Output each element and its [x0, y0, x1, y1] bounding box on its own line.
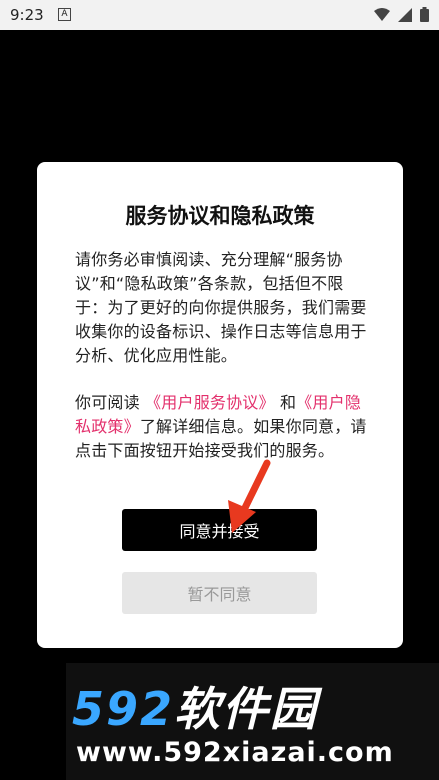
watermark-logo-number: 592 — [72, 682, 175, 736]
watermark-logo-text: 软件园 — [174, 682, 319, 736]
watermark-logo: 592软件园 — [72, 673, 318, 739]
watermark-url: www.592xiazai.com — [76, 737, 394, 768]
watermark: 592软件园 www.592xiazai.com — [66, 663, 439, 780]
